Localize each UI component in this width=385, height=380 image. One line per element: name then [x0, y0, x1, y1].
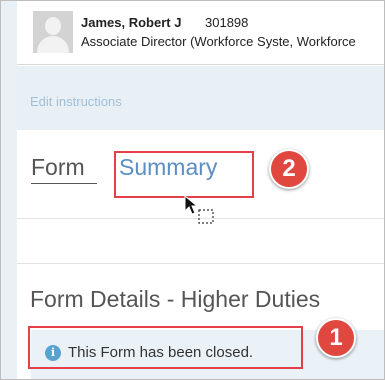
edit-instructions-link[interactable]: Edit instructions	[30, 94, 122, 109]
user-header: James, Robert J 301898 Associate Directo…	[17, 1, 384, 65]
divider	[17, 263, 384, 264]
tab-form[interactable]: Form	[31, 154, 85, 181]
avatar-body	[37, 36, 69, 53]
user-title: Associate Director (Workforce Syste, Wor…	[81, 34, 356, 49]
edit-instructions-band: Edit instructions	[17, 66, 384, 130]
user-name: James, Robert J	[81, 15, 182, 30]
mouse-pointer-icon	[184, 194, 214, 224]
step-badge-2: 2	[269, 149, 309, 189]
avatar	[33, 11, 73, 53]
tab-form-underline	[31, 183, 97, 184]
section-title: Form Details - Higher Duties	[30, 286, 321, 312]
summary-highlight-box	[114, 151, 254, 198]
avatar-head	[45, 17, 61, 35]
user-id: 301898	[205, 15, 249, 30]
alert-highlight-box	[28, 326, 303, 369]
step-badge-1: 1	[316, 318, 356, 358]
left-gutter	[1, 1, 17, 379]
